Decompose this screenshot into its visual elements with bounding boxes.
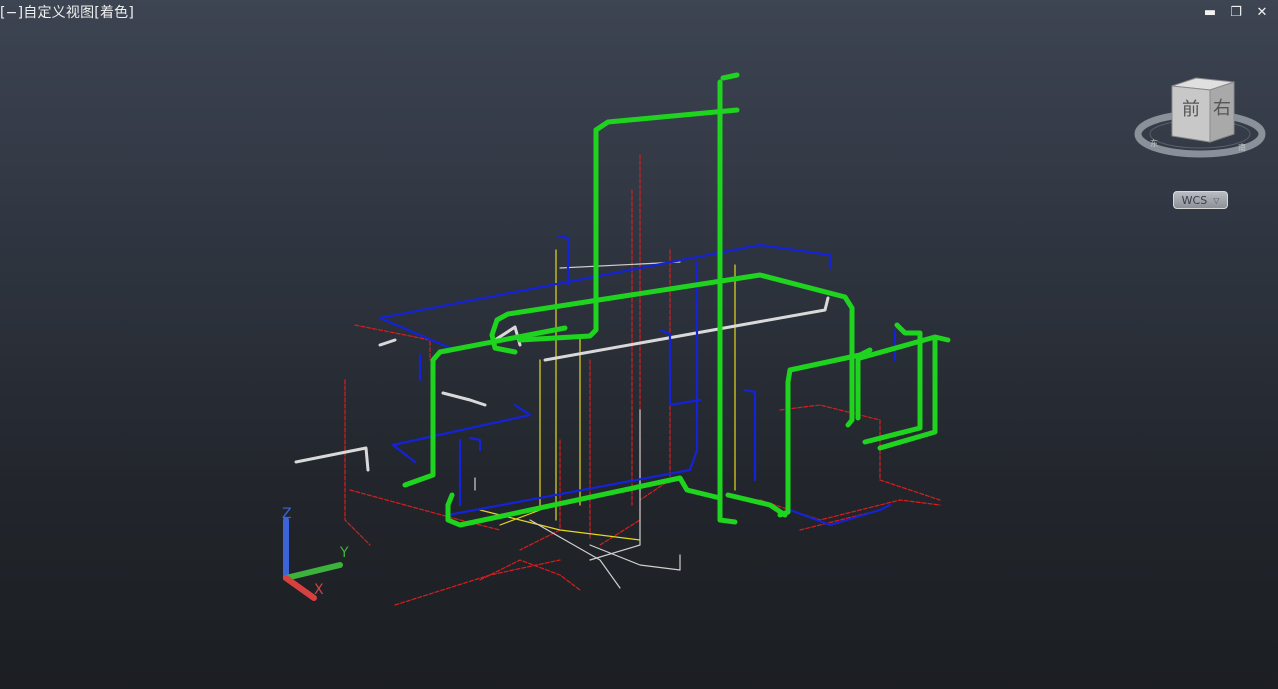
white-pipe-branch-2	[441, 391, 487, 407]
blue-pipe-bottom	[446, 468, 692, 517]
green-pipe-left-riser	[402, 349, 443, 488]
green-pipe-main-riser	[717, 79, 738, 525]
white-pipe-branch-1	[294, 446, 370, 472]
blue-pipe-middle	[391, 403, 532, 447]
red-pipe-branch-3	[479, 559, 581, 591]
blue-pipe-top-main	[378, 243, 832, 320]
green-pipe-right-riser	[777, 367, 793, 518]
green-pipe-top-cap	[720, 72, 740, 81]
green-pipe-bottom-link	[725, 492, 788, 518]
red-pipe-branch-1	[354, 324, 431, 361]
white-pipe-main	[543, 296, 830, 362]
ucs-x-axis	[283, 575, 317, 601]
blue-pipe-middle-branch	[391, 443, 417, 464]
blue-pipe-riser-5	[688, 260, 699, 472]
blue-pipe-riser-6	[658, 328, 702, 407]
green-pipe-upper-main	[494, 272, 855, 428]
blue-pipe-riser-3	[468, 436, 482, 452]
white-pipe-branch-3	[378, 338, 397, 347]
model-space[interactable]: Z Y X	[0, 0, 1278, 689]
blue-pipe-riser-7	[743, 388, 757, 482]
white-thin-pipes	[474, 261, 681, 589]
ucs-y-axis	[283, 562, 343, 581]
red-pipe-main	[394, 559, 561, 606]
white-pipe-network	[294, 296, 830, 472]
ucs-x-label: X	[314, 582, 324, 598]
white-thin-pipe-3	[589, 544, 681, 571]
blue-pipe-riser-1	[556, 234, 570, 287]
blue-pipe-top-branch	[378, 316, 457, 352]
blue-pipe-network	[378, 234, 897, 527]
green-pipe-top-branch	[593, 107, 740, 133]
green-pipe-bottom-main	[445, 475, 723, 528]
ucs-icon: Z Y X	[282, 506, 349, 601]
ucs-z-label: Z	[282, 506, 292, 522]
green-pipe-network	[402, 72, 951, 528]
white-thin-pipe-4	[529, 519, 621, 589]
ucs-y-label: Y	[339, 545, 349, 561]
yellow-pipe-riser-2	[499, 359, 541, 526]
